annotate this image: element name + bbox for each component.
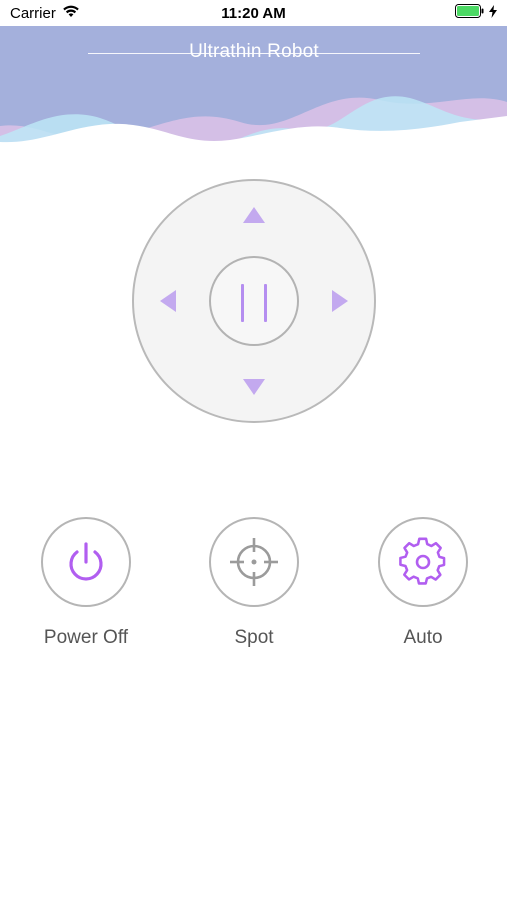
- page-title: Ultrathin Robot: [189, 41, 319, 62]
- arrow-down-icon: [243, 379, 265, 395]
- auto-action: Auto: [377, 517, 469, 648]
- spot-action: Spot: [208, 517, 300, 648]
- arrow-down-button[interactable]: [243, 379, 265, 400]
- arrow-left-icon: [160, 290, 176, 312]
- status-bar: Carrier 11:20 AM: [0, 0, 507, 26]
- power-off-action: Power Off: [40, 517, 132, 648]
- spot-button[interactable]: [209, 517, 299, 607]
- arrow-left-button[interactable]: [160, 290, 176, 317]
- power-off-button[interactable]: [41, 517, 131, 607]
- gear-icon: [399, 537, 446, 585]
- title-wrap: Ultrathin Robot: [88, 40, 420, 64]
- arrow-right-button[interactable]: [332, 290, 348, 317]
- pause-icon: [241, 284, 244, 322]
- arrow-up-button[interactable]: [243, 207, 265, 228]
- header-banner: Ultrathin Robot: [0, 26, 507, 166]
- spot-label: Spot: [234, 627, 274, 648]
- arrow-up-icon: [243, 207, 265, 223]
- direction-pad: [132, 179, 376, 423]
- power-icon: [69, 542, 103, 581]
- auto-label: Auto: [403, 627, 443, 648]
- status-time: 11:20 AM: [221, 5, 286, 22]
- pause-icon-bar: [264, 284, 267, 322]
- power-off-label: Power Off: [43, 627, 129, 648]
- arrow-right-icon: [332, 290, 348, 312]
- auto-button[interactable]: [378, 517, 468, 607]
- pause-button[interactable]: [209, 256, 299, 346]
- crosshair-icon: [230, 538, 278, 586]
